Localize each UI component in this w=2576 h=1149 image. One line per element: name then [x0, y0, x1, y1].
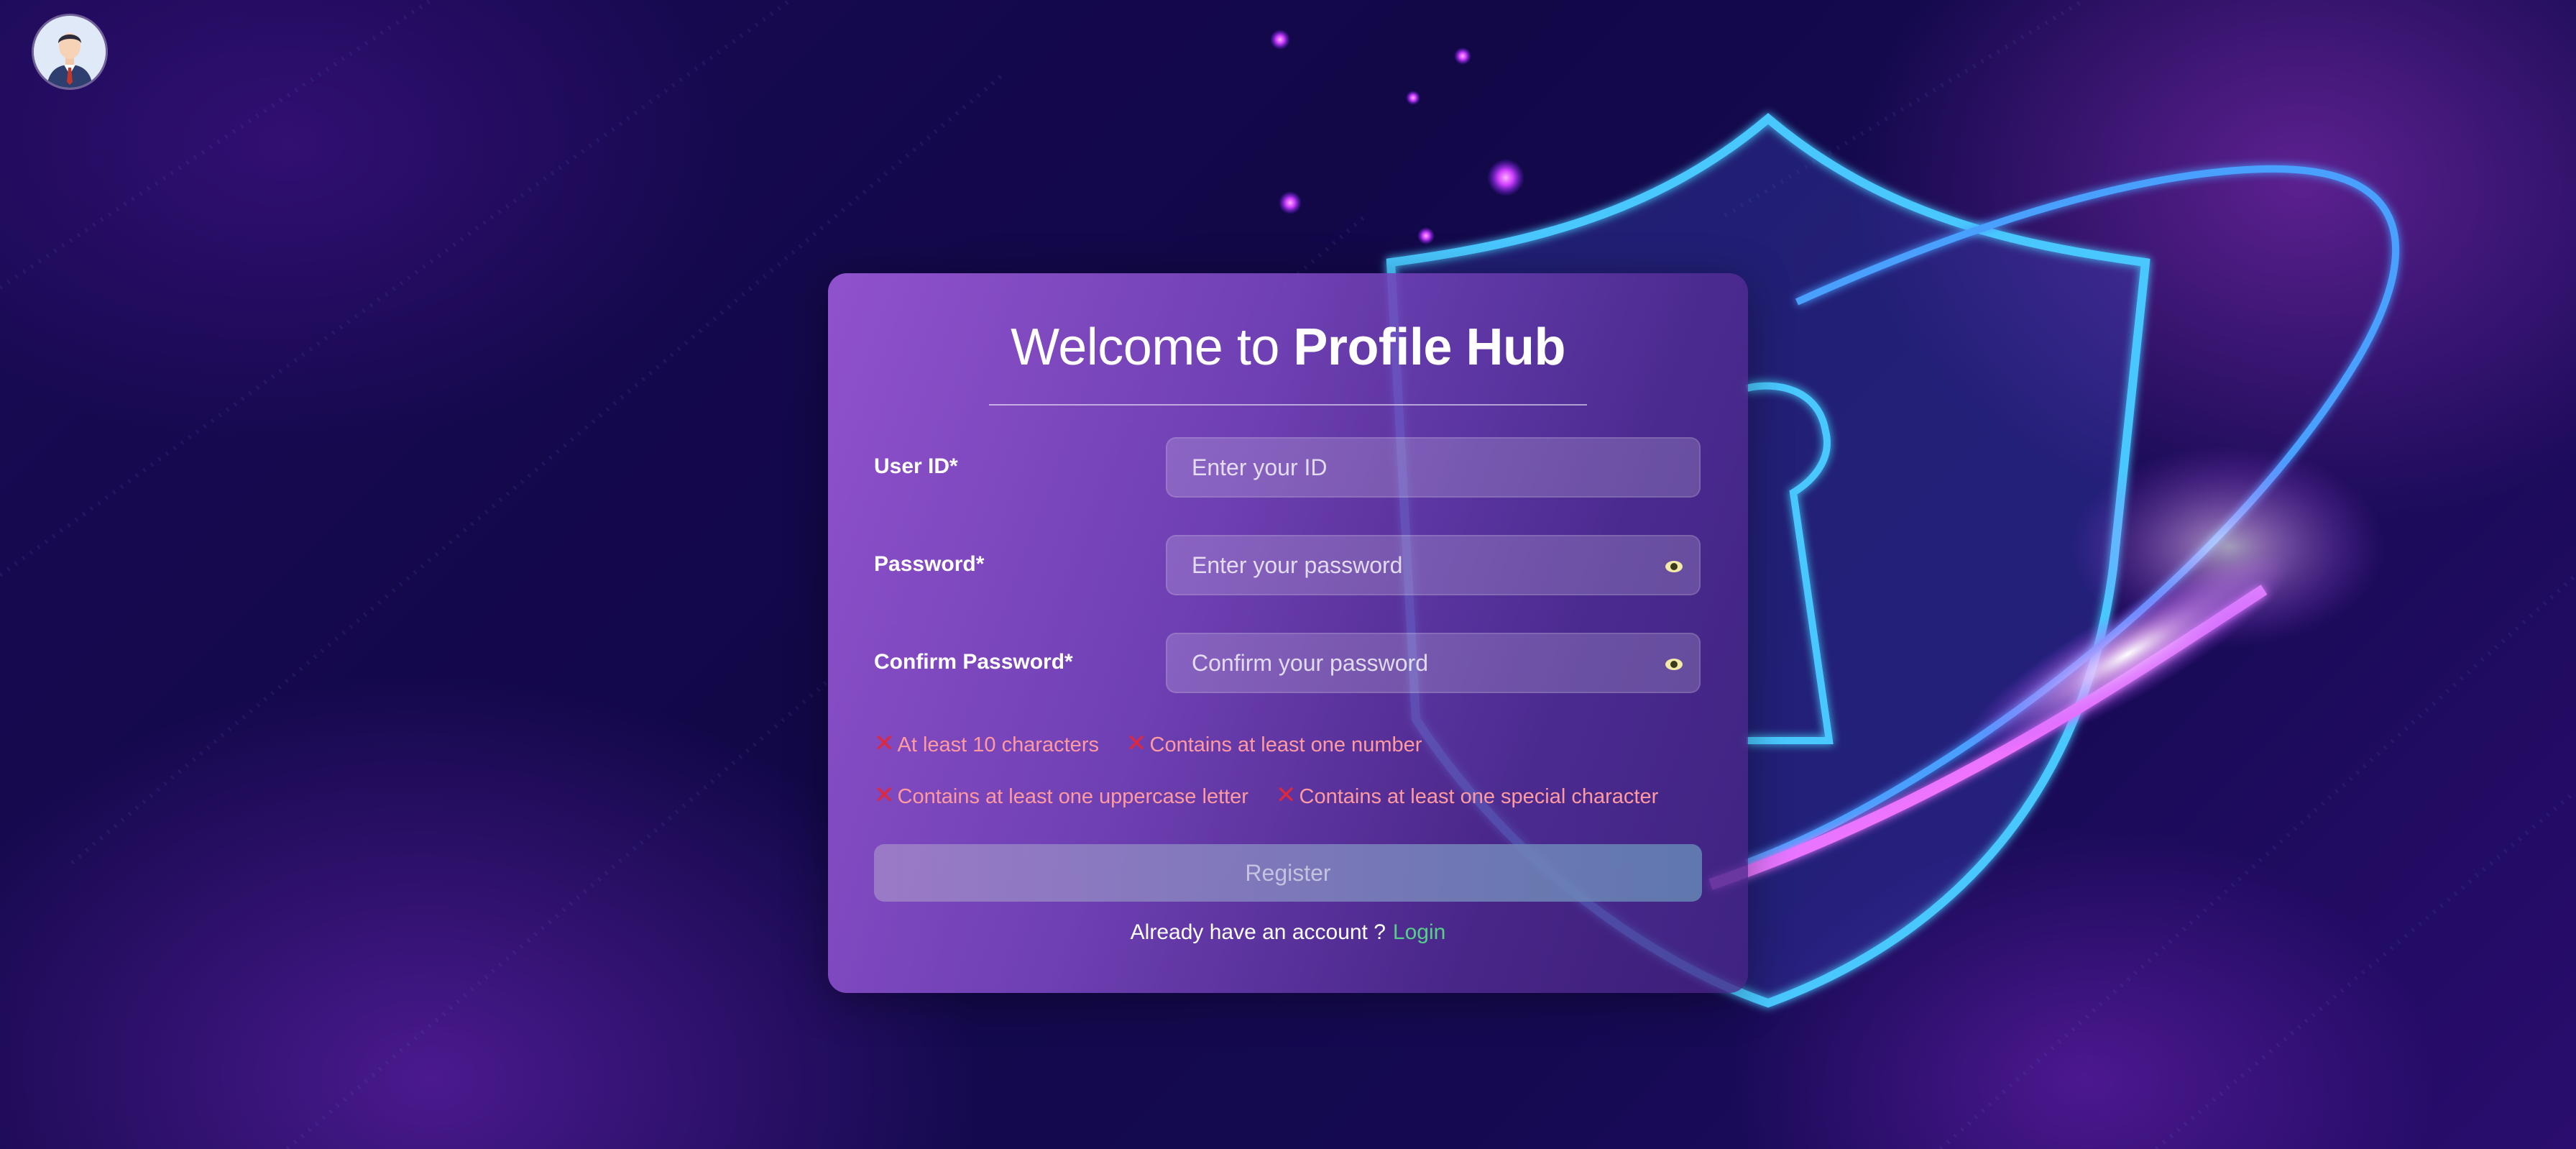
rule-min-length: ✕ At least 10 characters: [874, 729, 1099, 758]
red-x-icon: ✕: [1126, 730, 1147, 757]
rule-text: Contains at least one special character: [1299, 785, 1659, 808]
password-label: Password*: [874, 552, 985, 576]
login-link[interactable]: Login: [1393, 920, 1445, 944]
red-x-icon: ✕: [1276, 782, 1297, 809]
red-x-icon: ✕: [874, 782, 895, 809]
rule-text: Contains at least one number: [1149, 733, 1422, 756]
title-divider: [989, 404, 1587, 406]
title-brand: Profile Hub: [1293, 319, 1565, 376]
confirm-password-field-wrapper: [1166, 633, 1701, 693]
rule-text: At least 10 characters: [897, 733, 1099, 756]
register-card: Welcome to Profile Hub User ID* Password…: [828, 273, 1748, 993]
rule-text: Contains at least one uppercase letter: [897, 785, 1248, 808]
user-id-input[interactable]: [1167, 439, 1699, 496]
password-rules-row-1: ✕ At least 10 characters ✕ Contains at lea…: [874, 729, 1443, 758]
red-x-icon: ✕: [874, 730, 895, 757]
eye-icon[interactable]: [1665, 557, 1683, 576]
login-prompt: Already have an account ? Login: [828, 920, 1748, 945]
password-input[interactable]: [1167, 536, 1699, 594]
user-id-label: User ID*: [874, 454, 958, 478]
rule-special-char: ✕ Contains at least one special character: [1276, 781, 1658, 810]
eye-icon[interactable]: [1665, 655, 1683, 674]
confirm-password-input[interactable]: [1167, 634, 1699, 692]
password-rules-row-2: ✕ Contains at least one uppercase letter …: [874, 781, 1680, 810]
register-button[interactable]: Register: [874, 844, 1702, 902]
confirm-password-label: Confirm Password*: [874, 650, 1073, 674]
account-prompt-text: Already have an account ?: [1130, 920, 1386, 944]
rule-number: ✕ Contains at least one number: [1126, 729, 1422, 758]
businessman-avatar-icon: [34, 16, 106, 88]
password-field-wrapper: [1166, 535, 1701, 595]
rule-uppercase: ✕ Contains at least one uppercase letter: [874, 781, 1248, 810]
user-avatar[interactable]: [34, 16, 106, 88]
page-title: Welcome to Profile Hub: [828, 318, 1748, 377]
title-prefix: Welcome to: [1011, 319, 1279, 376]
user-id-field-wrapper: [1166, 437, 1701, 498]
